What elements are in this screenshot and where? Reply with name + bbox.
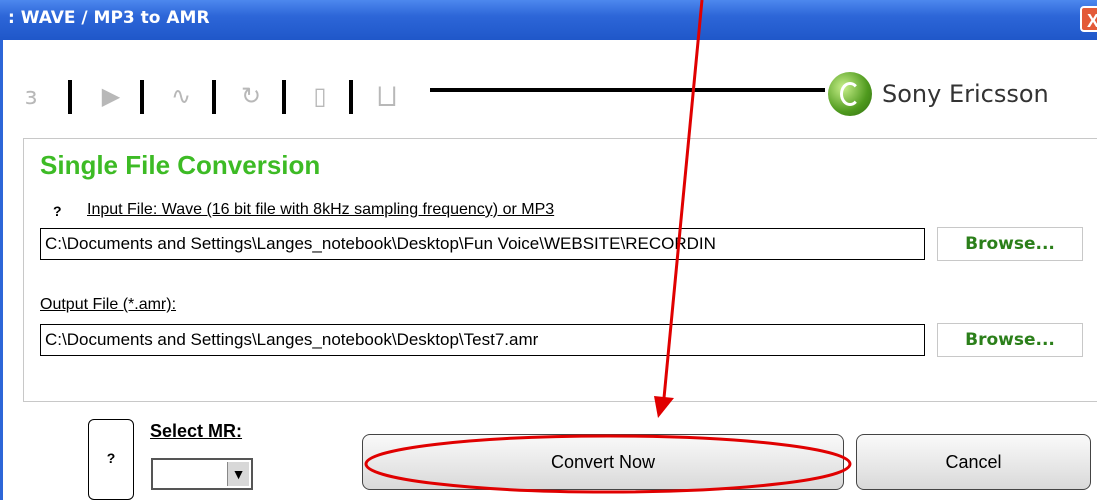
convert-now-button[interactable]: Convert Now (362, 434, 844, 490)
output-browse-button[interactable]: Browse... (937, 323, 1083, 357)
output-file-label: Output File (*.amr): (40, 296, 177, 313)
sony-ericsson-logo (828, 72, 872, 116)
output-file-field[interactable]: C:\Documents and Settings\Langes_noteboo… (40, 324, 925, 356)
toolbar-separator (212, 80, 216, 114)
mr-help-button[interactable]: ? (88, 419, 134, 500)
mr-select[interactable]: ▼ (151, 458, 253, 490)
ear-icon[interactable]: з (18, 82, 44, 110)
chevron-down-icon[interactable]: ▼ (227, 462, 249, 486)
input-file-field[interactable]: C:\Documents and Settings\Langes_noteboo… (40, 228, 925, 260)
select-mr-label: Select MR: (150, 421, 243, 441)
transfer-icon[interactable]: ⨆ (374, 82, 400, 110)
cancel-button[interactable]: Cancel (856, 434, 1091, 490)
toolbar-progress-line (430, 88, 825, 92)
toolbar-separator (282, 80, 286, 114)
waveform-icon[interactable]: ∿ (168, 82, 194, 110)
toolbar-separator (140, 80, 144, 114)
phone-icon[interactable]: ▯ (307, 82, 333, 110)
toolbar-separator (349, 80, 353, 114)
input-help-icon[interactable]: ? (53, 203, 62, 219)
close-button[interactable]: X (1080, 6, 1097, 32)
play-icon[interactable]: ▶ (98, 82, 124, 110)
toolbar-separator (68, 80, 72, 114)
brand-name: Sony Ericsson (882, 80, 1049, 108)
input-browse-button[interactable]: Browse... (937, 227, 1083, 261)
input-file-label: Input File: Wave (16 bit file with 8kHz … (87, 201, 555, 218)
window-title: : WAVE / MP3 to AMR (8, 8, 210, 28)
convert-icon[interactable]: ↻ (238, 82, 264, 110)
section-title: Single File Conversion (40, 150, 321, 180)
title-bar: : WAVE / MP3 to AMR X (0, 0, 1097, 40)
